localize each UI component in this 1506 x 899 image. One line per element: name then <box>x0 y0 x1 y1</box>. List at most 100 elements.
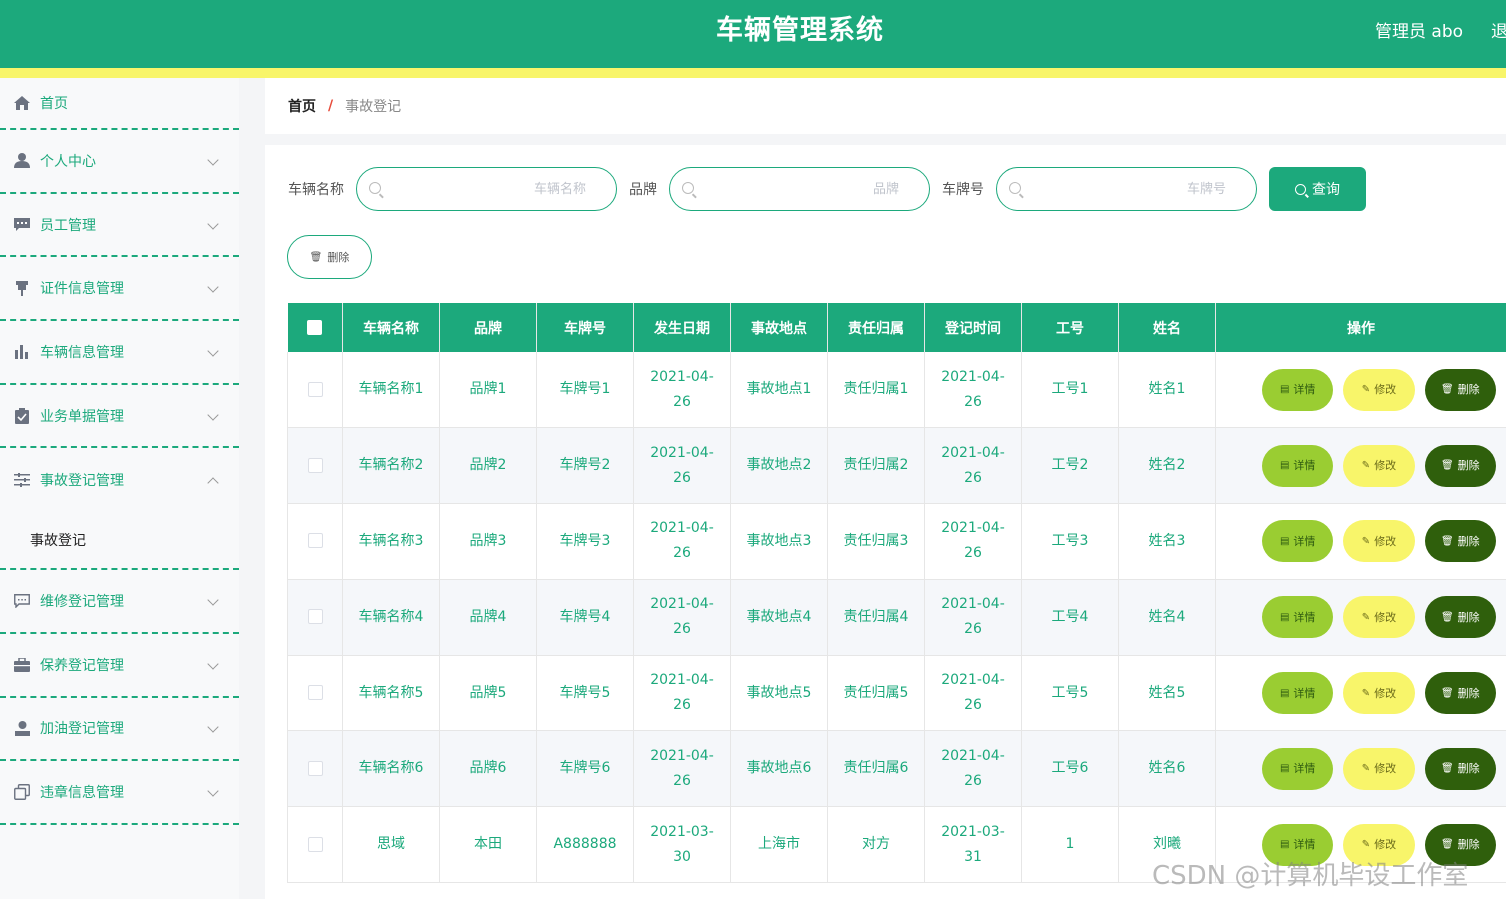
edit-button[interactable]: ✎ 修改 <box>1343 672 1415 715</box>
row-checkbox[interactable] <box>307 457 323 473</box>
edit-button[interactable]: ✎ 修改 <box>1343 747 1415 790</box>
detail-label: 详情 <box>1293 762 1316 776</box>
detail-button[interactable]: ▤ 详情 <box>1262 596 1334 639</box>
chevron-down-icon <box>207 345 219 357</box>
column-header: 事故地点 <box>730 303 828 352</box>
cell-name: 车辆名称6 <box>342 730 440 808</box>
detail-button[interactable]: ▤ 详情 <box>1262 672 1334 715</box>
sidebar-item-label: 事故登记管理 <box>40 473 124 490</box>
edit-button[interactable]: ✎ 修改 <box>1343 368 1415 411</box>
sidebar-item-label: 员工管理 <box>40 217 96 234</box>
column-header: 发生日期 <box>633 303 731 352</box>
home-icon <box>12 95 32 111</box>
detail-button[interactable]: ▤ 详情 <box>1262 444 1334 487</box>
cell-reg-part: 26 <box>964 697 982 714</box>
trash-icon: 🗑 <box>1440 384 1454 396</box>
cell-resp: 责任归属4 <box>827 579 925 656</box>
detail-button[interactable]: ▤ 详情 <box>1262 368 1334 411</box>
cell-name: 车辆名称1 <box>342 352 440 429</box>
sidebar-subitem-accident-register[interactable]: 事故登记 <box>0 512 239 571</box>
sidebar-item-profile[interactable]: 个人中心 <box>0 130 239 194</box>
pencil-icon: ✎ <box>1361 460 1371 472</box>
table-row: 车辆名称3 品牌3 车牌号3 2021-04- 26 事故地点3 责任归属3 2021-04-… <box>287 503 1506 580</box>
cell-date-part: 2021-04- <box>650 672 714 689</box>
row-checkbox[interactable] <box>307 609 323 625</box>
sidebar-item-label: 保养登记管理 <box>40 657 124 674</box>
cell-resp: 责任归属1 <box>827 352 925 429</box>
trash-icon: 🗑 <box>1440 460 1454 472</box>
sidebar-item-vehicles[interactable]: 车辆信息管理 <box>0 321 239 385</box>
brand-input[interactable] <box>700 168 899 210</box>
delete-button[interactable]: 🗑 删除 <box>1424 747 1496 790</box>
select-all-checkbox[interactable] <box>307 320 323 335</box>
trash-icon: 🗑 <box>1440 611 1454 623</box>
delete-button[interactable]: 🗑 删除 <box>1424 444 1496 487</box>
row-checkbox[interactable] <box>307 685 323 701</box>
sidebar-item-home[interactable]: 首页 <box>0 78 239 130</box>
sidebar-item-staff[interactable]: 员工管理 <box>0 194 239 258</box>
chevron-down-icon <box>207 721 219 734</box>
cell-date-part: 30 <box>673 848 691 865</box>
delete-button[interactable]: 🗑 删除 <box>1424 520 1496 563</box>
cell-plate: 车牌号5 <box>536 655 634 732</box>
cell-reg-time: 2021-04- 26 <box>924 427 1022 505</box>
header-accent-bar <box>0 68 1506 78</box>
column-header: 登记时间 <box>924 303 1022 352</box>
row-select-cell <box>287 730 343 808</box>
query-button[interactable]: 查询 <box>1269 167 1366 211</box>
delete-label: 删除 <box>1457 610 1480 624</box>
pencil-icon: ✎ <box>1361 535 1371 547</box>
batch-delete-button[interactable]: 🗑 删除 <box>287 235 372 279</box>
cell-actions: ▤ 详情 ✎ 修改 🗑 删除 <box>1215 730 1506 808</box>
edit-button[interactable]: ✎ 修改 <box>1343 520 1415 563</box>
logout-link[interactable]: 退出 <box>1491 17 1506 42</box>
vehicle-name-input[interactable] <box>387 168 586 210</box>
edit-button[interactable]: ✎ 修改 <box>1343 444 1415 487</box>
trash-icon: 🗑 <box>1440 687 1454 699</box>
cell-name: 车辆名称5 <box>342 655 440 732</box>
delete-label: 删除 <box>1457 762 1480 776</box>
sidebar-item-certificates[interactable]: 证件信息管理 <box>0 257 239 322</box>
vehicle-name-label: 车辆名称 <box>288 182 344 198</box>
detail-button[interactable]: ▤ 详情 <box>1262 520 1334 563</box>
row-select-cell <box>287 806 343 884</box>
cell-reg-part: 31 <box>964 848 982 865</box>
sidebar-item-label: 加油登记管理 <box>40 721 124 738</box>
cell-date-part: 2021-03- <box>650 823 714 840</box>
sidebar-item-accidents[interactable]: 事故登记管理 <box>0 448 239 512</box>
accident-table: 车辆名称 品牌 车牌号 发生日期 事故地点 责任归属 登记时间 工号 姓名 操作… <box>287 303 1506 884</box>
trash-icon: 🗑 <box>1440 535 1454 547</box>
sidebar: 首页 个人中心 员工管理 证件信息管理 车辆信息管理 业务单据管理 事故登记管理… <box>0 78 239 899</box>
detail-label: 详情 <box>1293 534 1316 548</box>
search-form: 车辆名称 品牌 车牌号 查询 <box>288 167 1366 211</box>
cell-actions: ▤ 详情 ✎ 修改 🗑 删除 <box>1215 503 1506 580</box>
sidebar-item-documents[interactable]: 业务单据管理 <box>0 385 239 449</box>
edit-label: 修改 <box>1374 686 1397 700</box>
column-header: 工号 <box>1021 303 1119 352</box>
cell-actions: ▤ 详情 ✎ 修改 🗑 删除 <box>1215 655 1506 732</box>
edit-label: 修改 <box>1374 838 1397 852</box>
delete-button[interactable]: 🗑 删除 <box>1424 596 1496 639</box>
delete-button[interactable]: 🗑 删除 <box>1424 672 1496 715</box>
cell-date: 2021-04- 26 <box>633 352 731 429</box>
delete-button[interactable]: 🗑 删除 <box>1424 368 1496 411</box>
sidebar-item-maintenance[interactable]: 保养登记管理 <box>0 634 239 698</box>
row-checkbox[interactable] <box>307 381 323 397</box>
sidebar-item-fueling[interactable]: 加油登记管理 <box>0 698 239 762</box>
sidebar-item-violations[interactable]: 违章信息管理 <box>0 761 239 825</box>
chevron-down-icon <box>207 217 219 230</box>
row-checkbox[interactable] <box>307 533 323 549</box>
row-checkbox[interactable] <box>307 760 323 776</box>
search-icon <box>369 182 381 194</box>
edit-button[interactable]: ✎ 修改 <box>1343 596 1415 639</box>
breadcrumb-home[interactable]: 首页 <box>288 96 316 116</box>
cell-date: 2021-04- 26 <box>633 503 731 580</box>
detail-button[interactable]: ▤ 详情 <box>1262 747 1334 790</box>
cell-place: 事故地点6 <box>730 730 828 808</box>
sidebar-item-repairs[interactable]: 维修登记管理 <box>0 570 239 634</box>
row-checkbox[interactable] <box>307 836 323 852</box>
main-panel: 车辆名称 品牌 车牌号 查询 🗑 删除 车辆名称 <box>265 145 1506 899</box>
detail-label: 详情 <box>1293 838 1316 852</box>
search-icon <box>682 182 694 194</box>
plate-input[interactable] <box>1027 168 1226 210</box>
